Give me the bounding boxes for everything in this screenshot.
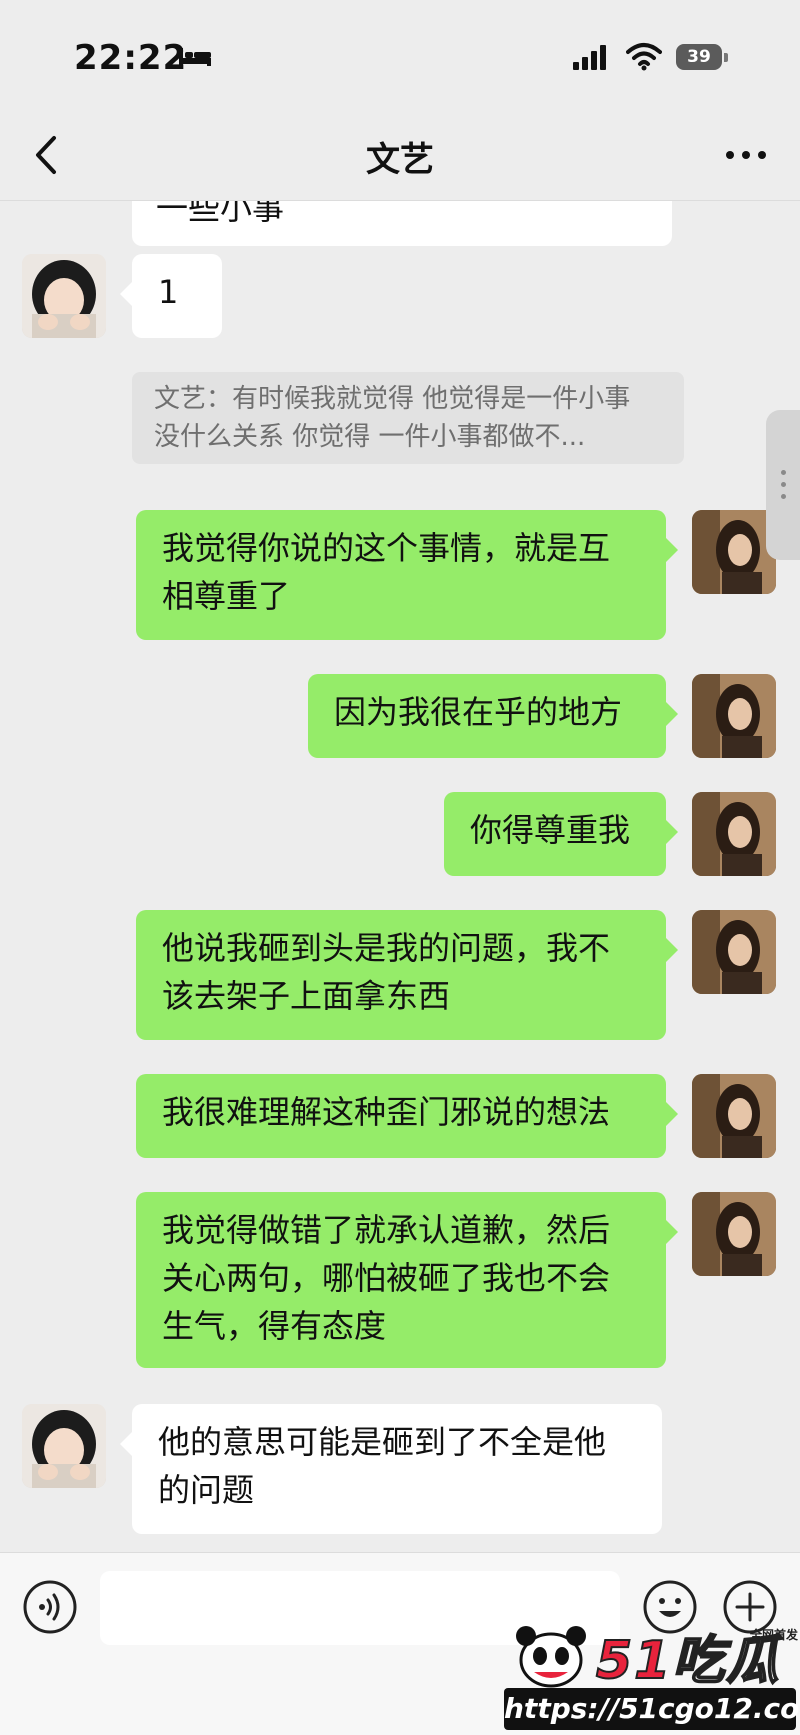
- message-bubble[interactable]: 我觉得你说的这个事情，就是互相尊重了: [136, 510, 678, 640]
- watermark-url: https://51cgo12.com: [504, 1688, 800, 1730]
- status-bar: 22:22 39: [0, 0, 800, 110]
- avatar-image: [692, 792, 776, 876]
- voice-input-icon[interactable]: [22, 1579, 78, 1635]
- message-text: 他的意思可能是砸到了不全是他的问题: [158, 1423, 607, 1509]
- my-avatar[interactable]: [692, 910, 776, 994]
- avatar-image: [692, 510, 776, 594]
- message-bubble-partial[interactable]: 一些小事: [132, 200, 672, 246]
- avatar-image: [22, 1404, 106, 1488]
- message-text: 1: [158, 273, 179, 311]
- scroll-handle[interactable]: [766, 410, 800, 560]
- my-avatar[interactable]: [692, 1074, 776, 1158]
- status-time: 22:22: [74, 38, 188, 78]
- chat-title: 文艺: [366, 140, 434, 180]
- quoted-text: 文艺：有时候我就觉得 他觉得是一件小事 没什么关系 你觉得 一件小事都做不...: [154, 384, 631, 452]
- contact-avatar[interactable]: [22, 1404, 106, 1488]
- wifi-icon: [626, 43, 662, 71]
- avatar-image: [692, 1192, 776, 1276]
- quoted-message[interactable]: 文艺：有时候我就觉得 他觉得是一件小事 没什么关系 你觉得 一件小事都做不...: [132, 372, 684, 464]
- chat-header: 文艺: [0, 110, 800, 201]
- message-text: 我觉得做错了就承认道歉，然后关心两句，哪怕被砸了我也不会生气，得有态度: [162, 1211, 611, 1345]
- message-bubble[interactable]: 因为我很在乎的地方: [308, 674, 678, 758]
- message-bubble[interactable]: 他说我砸到头是我的问题，我不该去架子上面拿东西: [136, 910, 678, 1040]
- message-bubble[interactable]: 他的意思可能是砸到了不全是他的问题: [120, 1404, 662, 1534]
- message-list[interactable]: 一些小事 1 文艺：有时候我就觉得 他觉得是一件小事 没什么关系 你觉得 一件小…: [0, 200, 800, 1552]
- message-text: 我觉得你说的这个事情，就是互相尊重了: [162, 529, 611, 615]
- message-text: 他说我砸到头是我的问题，我不该去架子上面拿东西: [162, 929, 611, 1015]
- message-bubble[interactable]: 我觉得做错了就承认道歉，然后关心两句，哪怕被砸了我也不会生气，得有态度: [136, 1192, 678, 1368]
- message-text: 一些小事: [156, 200, 285, 227]
- message-text: 我很难理解这种歪门邪说的想法: [162, 1093, 611, 1131]
- message-bubble[interactable]: 你得尊重我: [444, 792, 678, 876]
- avatar-image: [692, 674, 776, 758]
- avatar-image: [692, 1074, 776, 1158]
- my-avatar[interactable]: [692, 674, 776, 758]
- contact-avatar[interactable]: [22, 254, 106, 338]
- message-text: 因为我很在乎的地方: [334, 693, 623, 731]
- my-avatar[interactable]: [692, 792, 776, 876]
- message-bubble[interactable]: 1: [120, 254, 222, 338]
- cellular-signal-icon: [573, 45, 606, 70]
- my-avatar[interactable]: [692, 1192, 776, 1276]
- battery-icon: 39: [676, 44, 730, 72]
- my-avatar[interactable]: [692, 510, 776, 594]
- watermark-tag: 全网首发: [750, 1628, 799, 1642]
- sleep-focus-icon: [179, 48, 211, 66]
- more-options-icon[interactable]: [722, 140, 770, 170]
- site-watermark: 51吃瓜 全网首发 https://51cgo12.com: [500, 1618, 800, 1734]
- message-text: 你得尊重我: [470, 811, 631, 849]
- panda-logo-icon: [516, 1626, 586, 1688]
- message-bubble[interactable]: 我很难理解这种歪门邪说的想法: [136, 1074, 678, 1158]
- battery-level: 39: [676, 44, 722, 70]
- avatar-image: [692, 910, 776, 994]
- avatar-image: [22, 254, 106, 338]
